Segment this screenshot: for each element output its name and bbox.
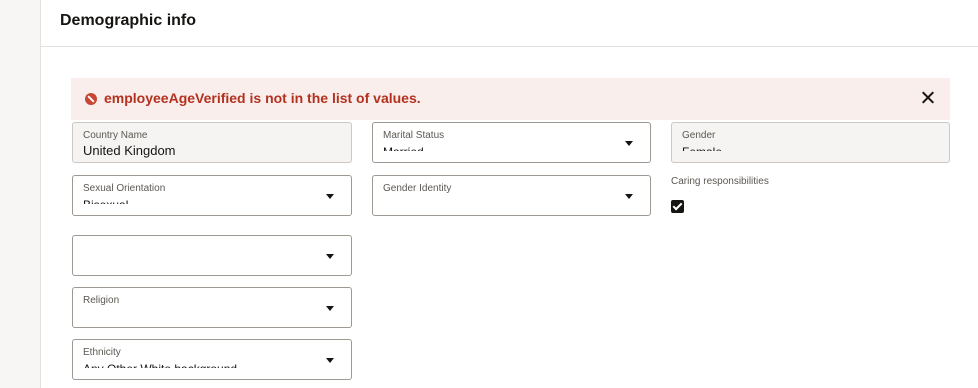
caring-responsibilities-checkbox[interactable] [671,200,684,213]
field-label: Country Name [83,130,148,141]
field-label: Gender [682,130,716,141]
chevron-down-icon[interactable] [625,194,633,199]
close-icon[interactable] [918,88,938,108]
section-header: Demographic info [41,0,978,47]
field-value: Female [682,145,722,151]
gender-identity-select[interactable]: Gender Identity [372,175,651,216]
chevron-down-icon[interactable] [326,254,334,259]
field-value: United Kingdom [83,143,176,158]
field-label: Ethnicity [83,347,121,358]
ethnicity-select[interactable]: Ethnicity Any Other White background [72,339,352,380]
field-label: Gender Identity [383,183,452,194]
field-label: Religion [83,295,120,306]
page-title: Demographic info [60,12,197,29]
field-label: Marital Status [383,130,445,141]
religion-select[interactable]: Religion [72,287,352,328]
error-message: employeeAgeVerified is not in the list o… [104,90,421,106]
marital-status-select[interactable]: Marital Status Married [372,122,651,163]
sexual-orientation-select[interactable]: Sexual Orientation Bisexual [72,175,352,216]
left-rail [0,0,41,388]
error-icon [85,93,97,105]
field-label: Sexual Orientation [83,183,166,194]
chevron-down-icon[interactable] [326,194,334,199]
error-banner: employeeAgeVerified is not in the list o… [71,78,950,120]
caring-responsibilities-label: Caring responsibilities [671,176,769,187]
redacted-select[interactable] [72,235,352,276]
field-value: Married [383,145,424,151]
field-value: Bisexual [83,198,128,204]
chevron-down-icon[interactable] [326,306,334,311]
country-name-field: Country Name United Kingdom [72,122,352,163]
chevron-down-icon[interactable] [326,358,334,363]
gender-field: Gender Female [671,122,950,163]
chevron-down-icon[interactable] [625,141,633,146]
field-value: Any Other White background [83,362,237,368]
